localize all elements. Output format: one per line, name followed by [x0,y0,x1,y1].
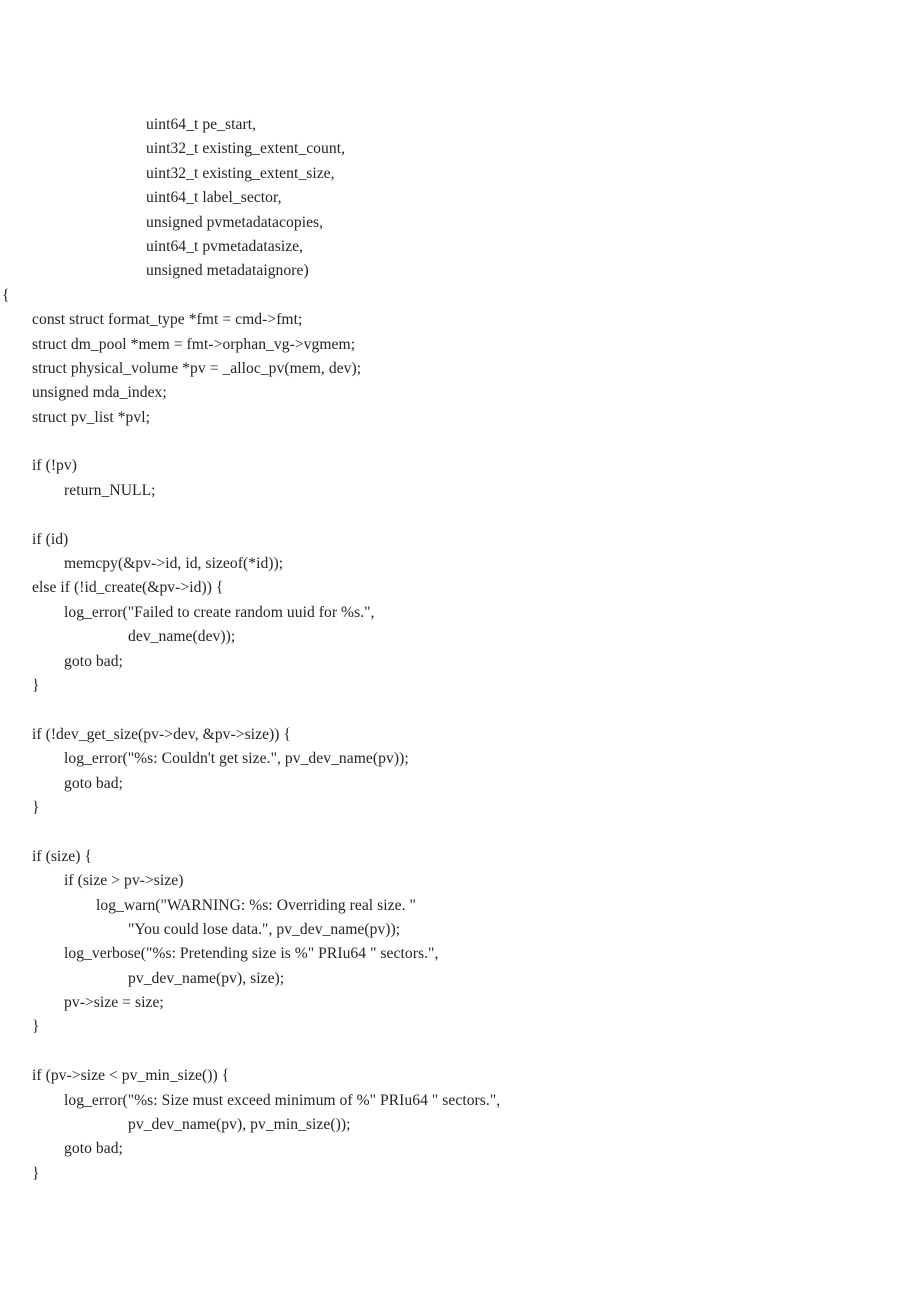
code-line: if (pv->size < pv_min_size()) { [32,1067,230,1085]
code-line: } [32,1164,40,1182]
code-line: else if (!id_create(&pv->id)) { [32,579,224,597]
code-line: return_NULL; [64,481,156,499]
code-line: struct pv_list *pvl; [32,408,150,426]
code-line: const struct format_type *fmt = cmd->fmt… [32,311,303,329]
code-line: goto bad; [64,1140,123,1158]
code-line: unsigned metadataignore) [146,262,309,280]
code-line: uint64_t pe_start, [146,116,257,133]
code-line: uint32_t existing_extent_size, [146,164,335,182]
code-line: if (!dev_get_size(pv->dev, &pv->size)) { [32,725,292,743]
code-line: goto bad; [64,652,123,670]
code-line: uint64_t pvmetadatasize, [146,237,304,255]
code-line: { [2,286,10,304]
code-line: struct dm_pool *mem = fmt->orphan_vg->vg… [32,335,356,353]
code-line: struct physical_volume *pv = _alloc_pv(m… [32,359,362,377]
code-line: } [32,798,40,816]
code-line: if (id) [32,530,69,548]
code-line: if (size) { [32,847,92,865]
code-line: dev_name(dev)); [128,628,236,646]
code-line: log_verbose("%s: Pretending size is %" P… [64,945,439,963]
code-line: log_error("%s: Size must exceed minimum … [64,1091,501,1109]
code-line: pv->size = size; [64,994,164,1012]
code-line: goto bad; [64,774,123,792]
code-line: if (!pv) [32,457,77,475]
code-line: memcpy(&pv->id, id, sizeof(*id)); [64,555,284,573]
code-line: } [32,1018,40,1036]
code-line: pv_dev_name(pv), size); [128,969,285,987]
code-line: if (size > pv->size) [64,872,184,890]
code-listing: uint64_t pe_start, uint32_t existing_exte… [0,113,920,1186]
code-line: log_error("%s: Couldn't get size.", pv_d… [64,750,409,768]
code-line: log_warn("WARNING: %s: Overriding real s… [96,896,416,914]
document-page: uint64_t pe_start, uint32_t existing_exte… [0,0,920,1302]
code-line: log_error("Failed to create random uuid … [64,603,375,621]
code-line: pv_dev_name(pv), pv_min_size()); [128,1116,351,1134]
code-line: uint32_t existing_extent_count, [146,140,346,158]
code-line: uint64_t label_sector, [146,189,282,207]
code-line: "You could lose data.", pv_dev_name(pv))… [128,920,401,938]
code-line: unsigned pvmetadatacopies, [146,213,324,231]
code-line: } [32,676,40,694]
code-line: unsigned mda_index; [32,384,167,402]
